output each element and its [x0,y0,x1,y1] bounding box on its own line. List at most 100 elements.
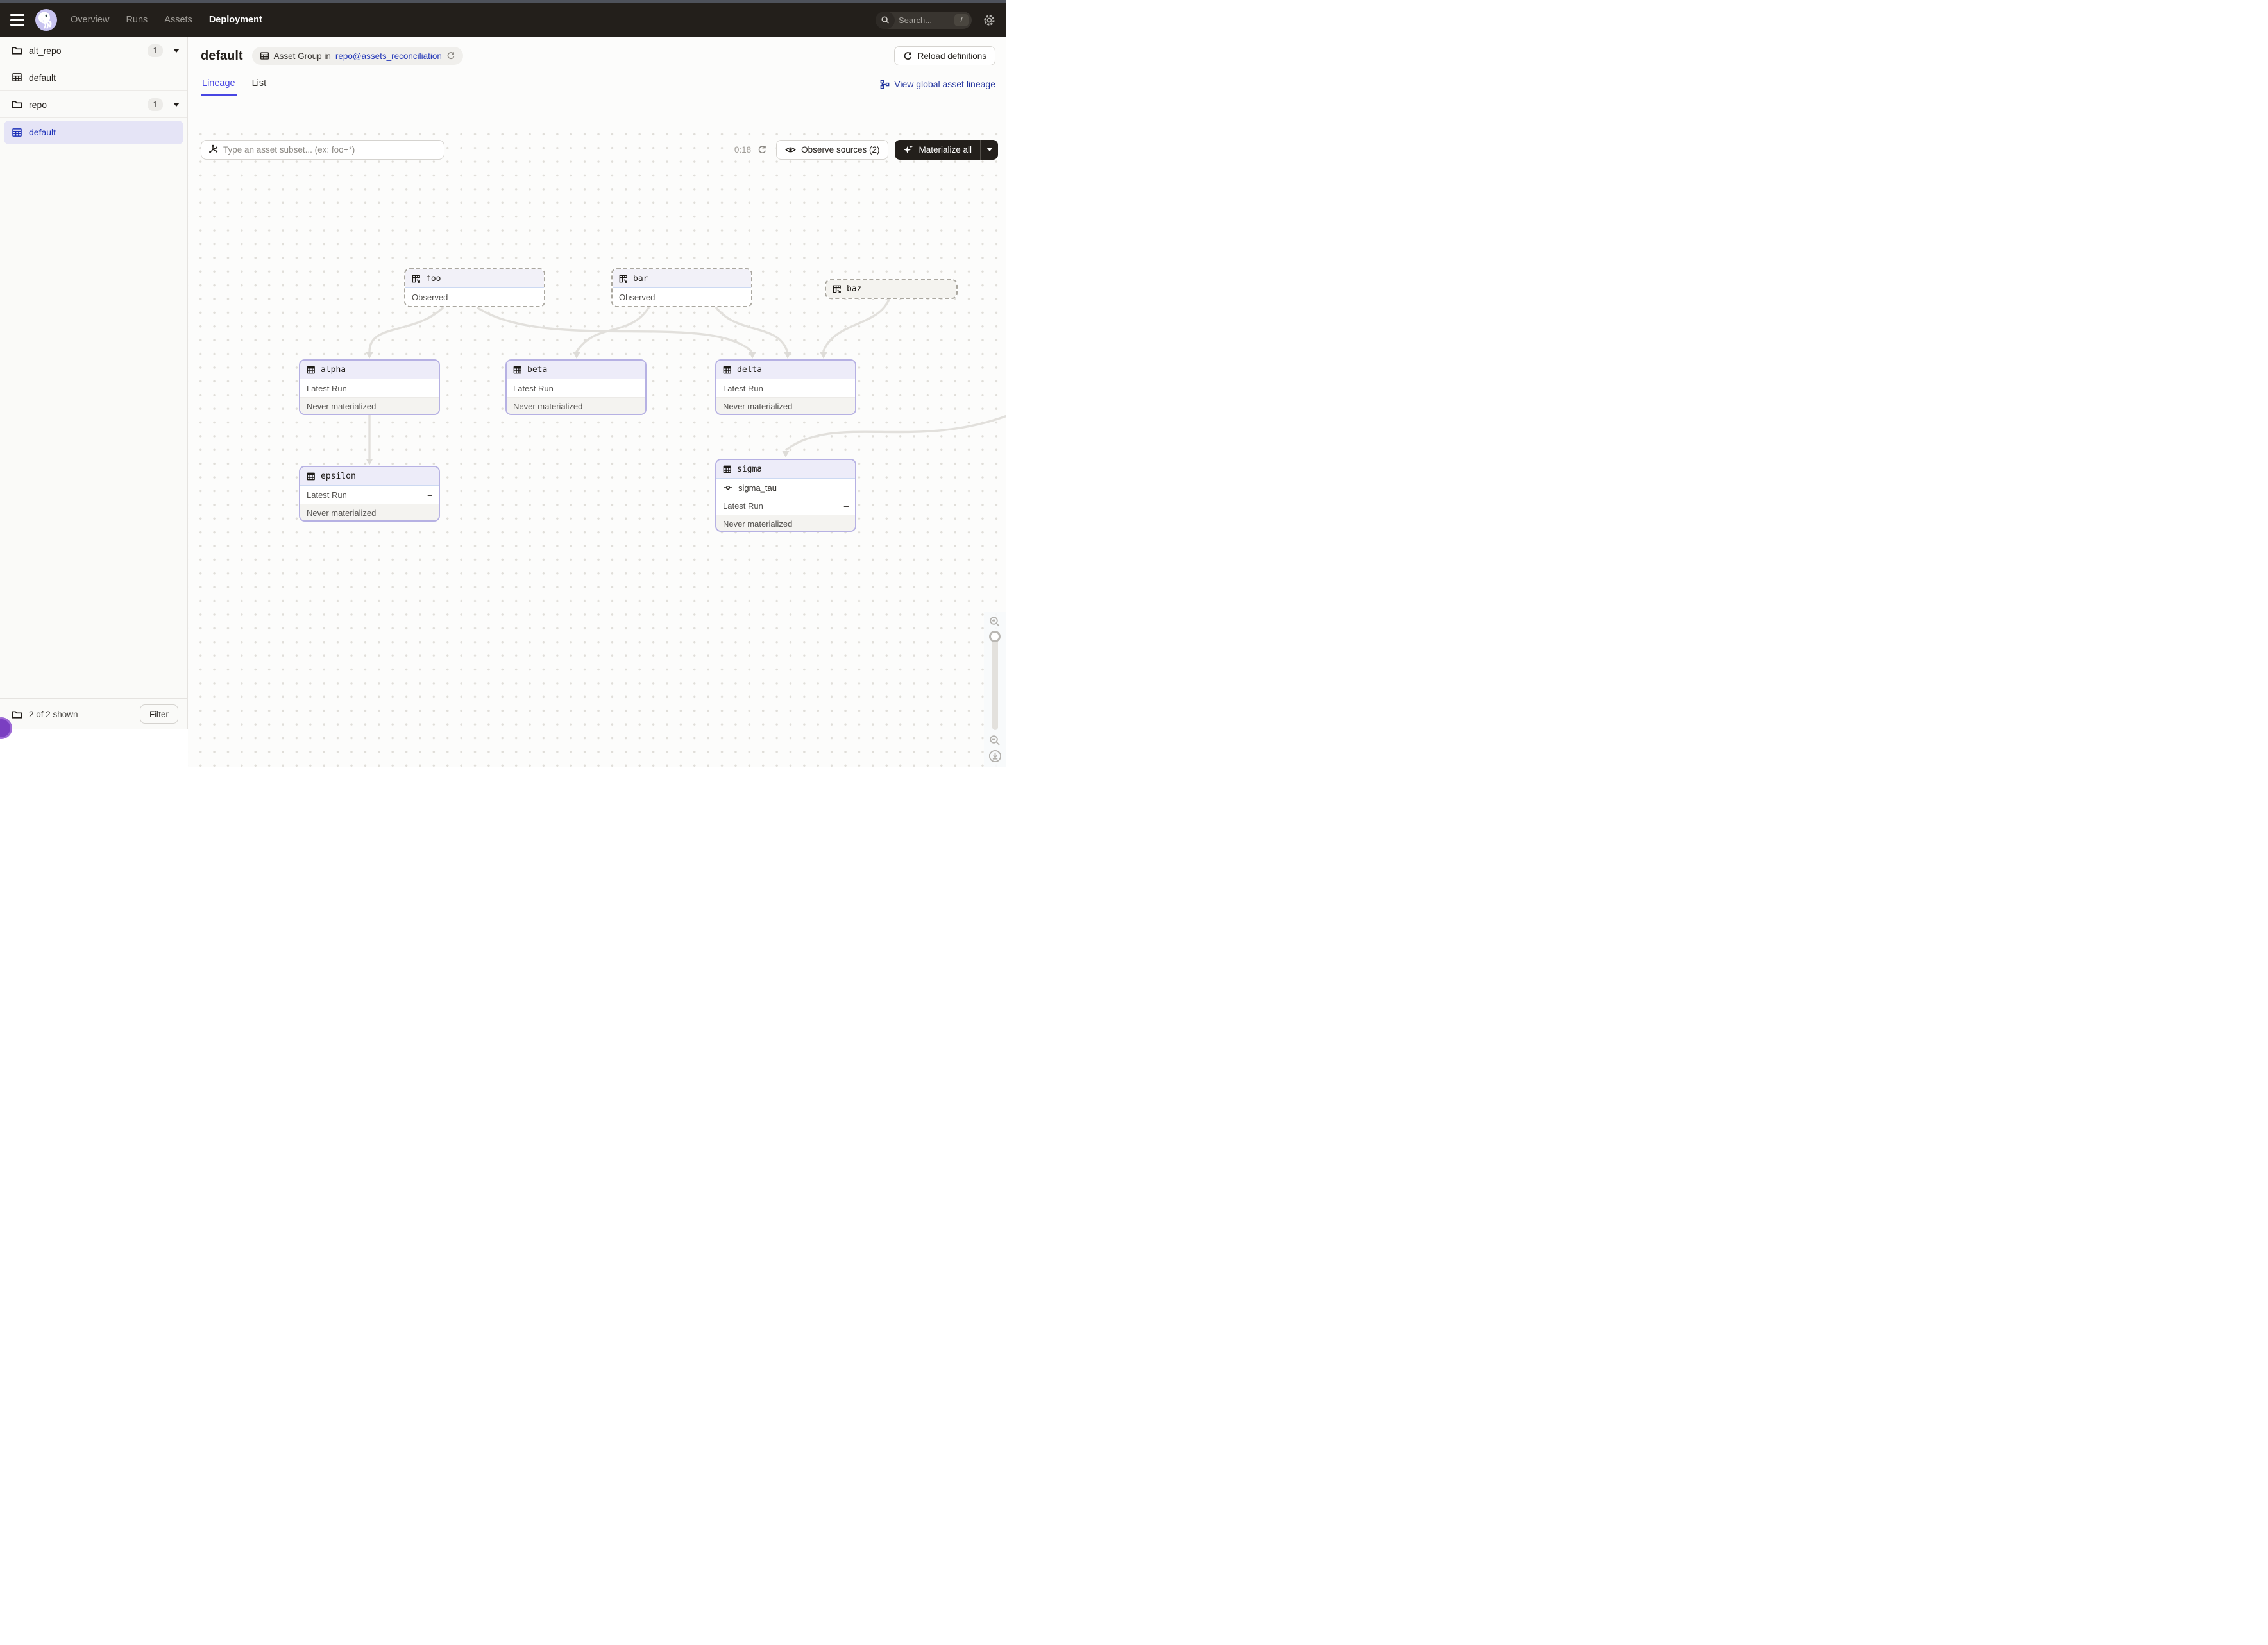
asset-node-epsilon[interactable]: epsilon Latest Run – Never materialized [299,466,440,522]
zoom-slider[interactable] [992,632,998,730]
node-row-value: – [533,293,537,302]
nav-item-assets[interactable]: Assets [164,15,192,25]
filter-button[interactable]: Filter [140,704,178,724]
table-icon [306,365,316,375]
source-asset-icon [832,284,842,294]
search-input[interactable] [895,15,954,25]
asset-subset-filter[interactable] [201,140,444,160]
sidebar-footer: 2 of 2 shown Filter [0,698,187,729]
sidebar-item-repo[interactable]: repo 1 [0,91,187,118]
fit-view-icon[interactable] [988,749,1002,763]
node-row-value: – [634,384,639,393]
observe-sources-button[interactable]: Observe sources (2) [776,140,888,160]
node-name: beta [527,365,547,375]
dagster-logo[interactable] [35,8,58,31]
tab-list[interactable]: List [251,78,268,96]
menu-icon[interactable] [10,14,24,26]
sidebar-item-alt-repo[interactable]: alt_repo 1 [0,37,187,64]
materialize-options-caret[interactable] [980,140,998,160]
asset-node-beta[interactable]: beta Latest Run – Never materialized [505,359,647,415]
node-name: delta [737,365,762,375]
gear-icon[interactable] [983,14,995,26]
node-row-label: Latest Run [723,384,763,393]
zoom-in-icon[interactable] [989,616,1001,627]
sidebar-item-label: default [29,127,56,137]
nav-item-overview[interactable]: Overview [71,15,109,25]
nav-item-deployment[interactable]: Deployment [209,15,262,25]
table-icon [722,365,732,375]
lineage-edges [188,131,1006,767]
materialize-button-group: Materialize all [895,140,998,160]
asset-subset-input[interactable] [223,145,437,155]
sidebar-item-label: default [29,72,180,83]
node-name: alpha [321,365,346,375]
refresh-icon[interactable] [757,145,767,155]
zoom-out-icon[interactable] [989,735,1001,746]
chip-text: Asset Group in [274,51,331,61]
reload-definitions-label: Reload definitions [918,51,986,61]
source-asset-icon [411,274,421,284]
node-row-value: – [740,293,745,302]
shown-count-text: 2 of 2 shown [29,710,78,719]
eye-icon [785,145,796,155]
top-navigation-bar: Overview Runs Assets Deployment / [0,3,1006,37]
node-row-label: Latest Run [723,501,763,511]
node-row-label: Latest Run [513,384,554,393]
chevron-down-icon[interactable] [173,103,180,107]
node-row-label: Never materialized [307,508,376,518]
lineage-graph-icon [880,80,890,89]
sparkle-icon [903,144,913,155]
asset-check-row[interactable]: sigma_tau [716,479,855,497]
node-row-label: Latest Run [307,490,347,500]
sidebar-item-default-altrepo[interactable]: default [0,64,187,91]
table-icon [512,365,523,375]
node-name: foo [426,274,441,284]
edge-bar-delta [716,308,787,351]
asset-node-alpha[interactable]: alpha Latest Run – Never materialized [299,359,440,415]
node-row-label: Never materialized [723,402,792,411]
op-selector-icon [208,144,218,155]
node-row-label: Observed [619,293,655,302]
search-icon [876,12,895,29]
asset-node-sigma[interactable]: sigma sigma_tau Latest Run – Never mater… [715,459,856,532]
view-global-asset-lineage-link[interactable]: View global asset lineage [880,79,995,96]
asset-check-icon [723,483,733,492]
folder-icon [12,46,22,55]
chevron-down-icon[interactable] [173,49,180,53]
item-count-badge: 1 [148,98,163,111]
asset-group-icon [12,72,22,82]
global-search[interactable]: / [876,12,972,29]
materialize-all-label: Materialize all [918,145,972,155]
asset-group-icon [12,128,22,137]
node-name: baz [847,284,861,294]
node-name: sigma [737,465,762,474]
sidebar-item-label: alt_repo [29,46,141,56]
nav-item-runs[interactable]: Runs [126,15,148,25]
tabs-row: Lineage List View global asset lineage [188,65,1006,96]
materialize-all-button[interactable]: Materialize all [895,140,980,160]
zoom-controls [984,612,1006,767]
item-count-badge: 1 [148,44,163,57]
asset-node-foo[interactable]: foo Observed – [404,268,545,307]
edge-foo-alpha [369,308,443,352]
reload-definitions-button[interactable]: Reload definitions [894,46,995,65]
sidebar-item-default-repo-selected[interactable]: default [0,118,187,146]
primary-nav: Overview Runs Assets Deployment [71,15,262,25]
node-row-value: – [844,501,849,511]
asset-node-delta[interactable]: delta Latest Run – Never materialized [715,359,856,415]
reload-icon [903,51,913,61]
node-row-label: Never materialized [513,402,582,411]
node-row-value: – [428,490,432,500]
code-location-sidebar: alt_repo 1 default repo 1 [0,37,188,729]
asset-node-bar[interactable]: bar Observed – [611,268,752,307]
folder-icon [12,99,22,109]
reload-location-icon[interactable] [446,51,455,60]
zoom-slider-handle[interactable] [989,631,1001,642]
node-name: bar [633,274,648,284]
asset-node-baz[interactable]: baz [825,279,958,299]
table-icon [306,472,316,481]
lineage-graph-canvas[interactable]: 0:18 Observe sources (2) [188,131,1006,767]
tab-lineage[interactable]: Lineage [201,78,237,96]
asset-group-icon [260,51,269,60]
repo-location-link[interactable]: repo@assets_reconciliation [335,51,442,61]
